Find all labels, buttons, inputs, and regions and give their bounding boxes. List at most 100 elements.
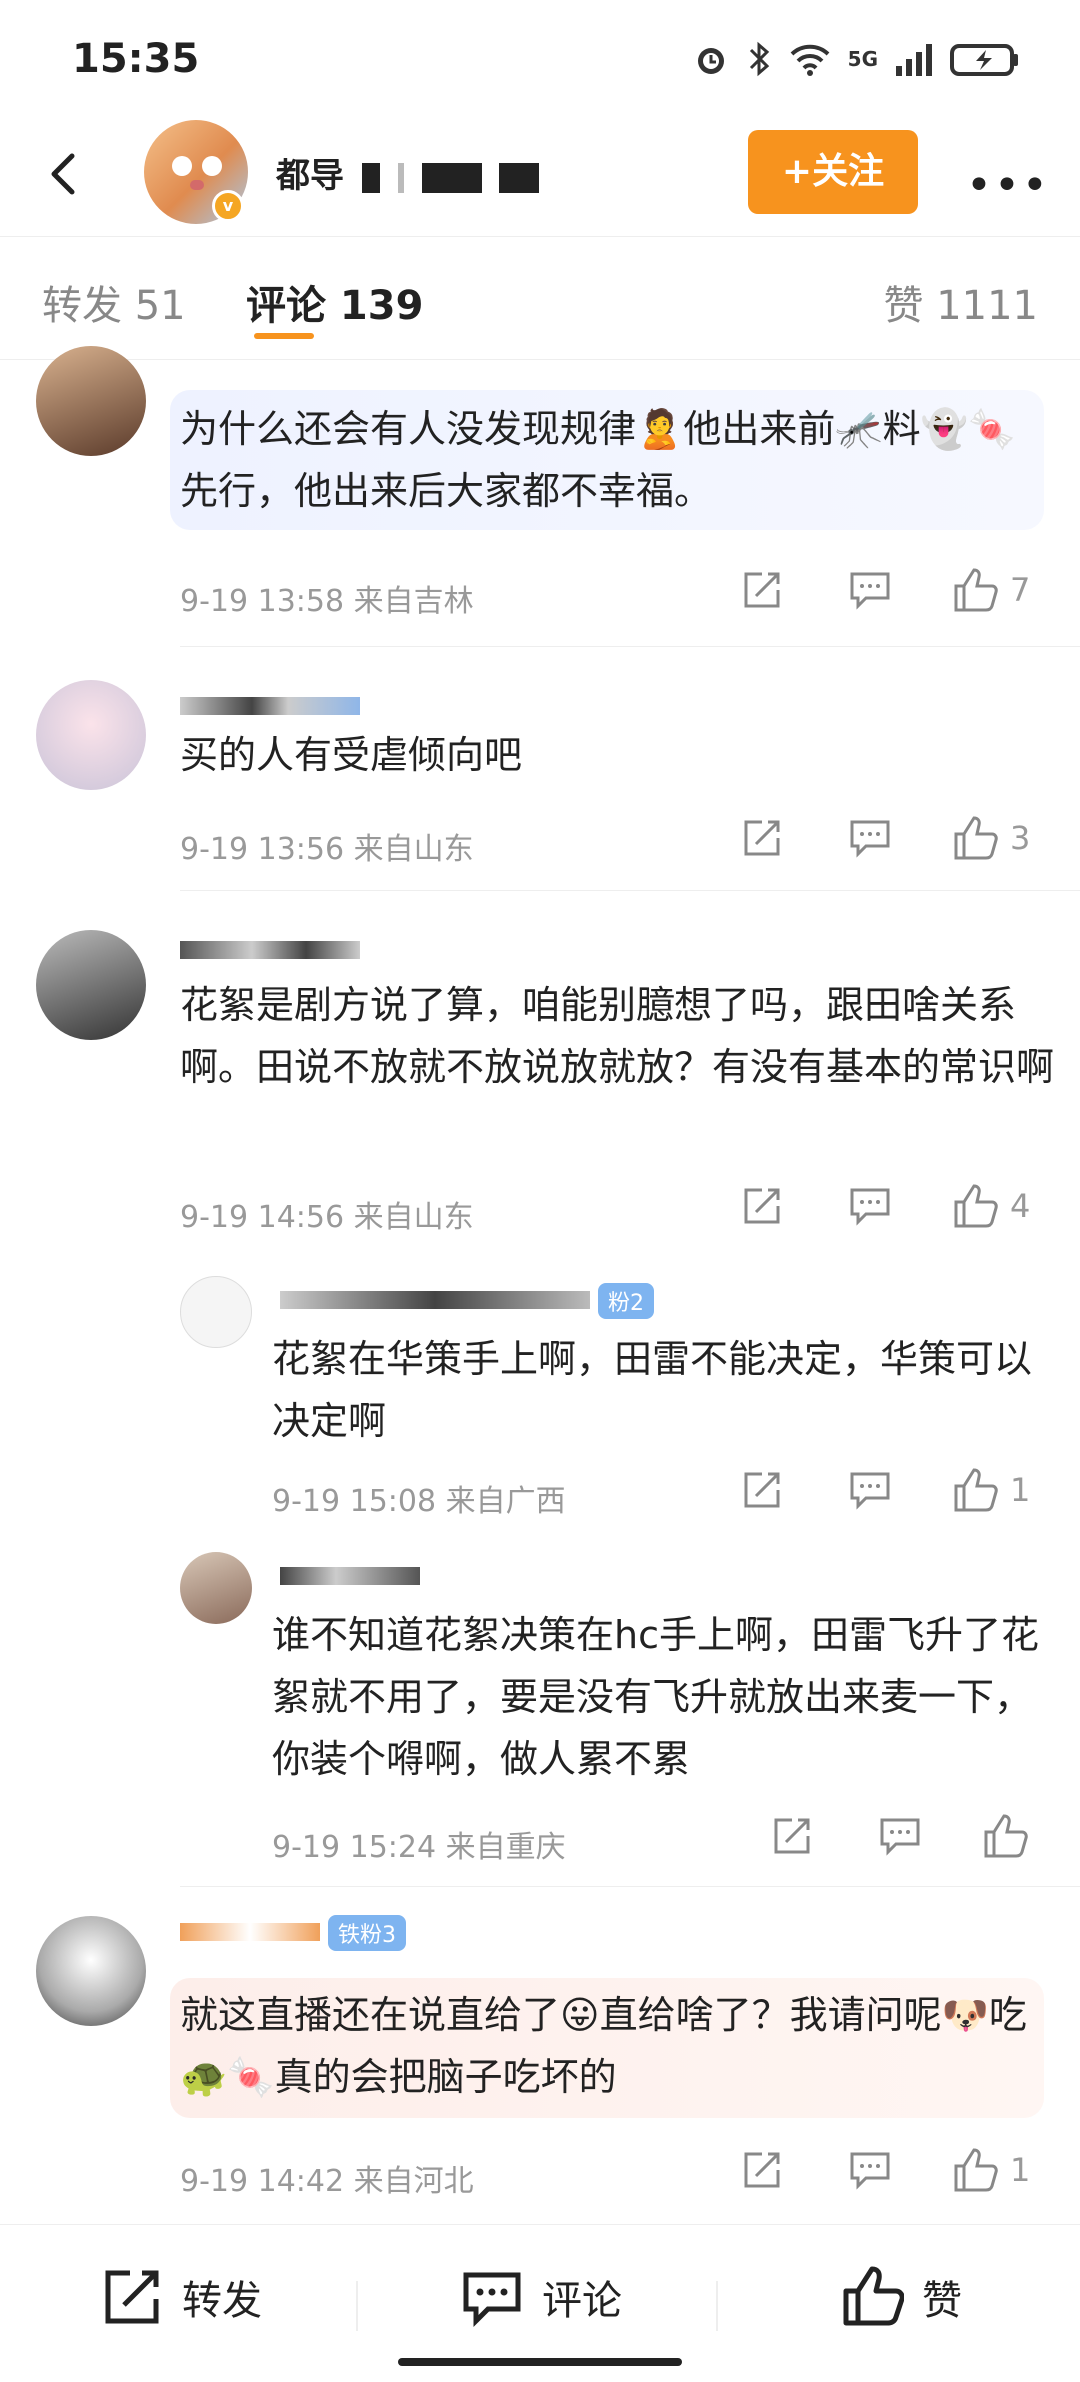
comment-text: 花絮是剧方说了算，咱能别臆想了吗，跟田啥关系啊。田说不放就不放说放就放？有没有基…: [180, 983, 1055, 1089]
reply-text: 花絮在华策手上啊，田雷不能决定，华策可以决定啊: [272, 1337, 1033, 1443]
commenter-name-redacted[interactable]: [180, 932, 360, 967]
like-icon[interactable]: [952, 814, 1000, 862]
share-icon[interactable]: [770, 1814, 814, 1858]
comment-label: 评论: [542, 2278, 622, 2324]
divider: [180, 890, 1080, 891]
signal-icon: [896, 44, 932, 76]
reply-location: 来自广西: [445, 1484, 566, 1519]
like-count: 7: [1010, 571, 1031, 609]
comment-actions: 7: [740, 566, 1030, 614]
like-button[interactable]: 赞: [840, 2265, 962, 2329]
post-header: v 都导 +关注 •••: [0, 120, 1080, 236]
tab-forward[interactable]: 转发 51: [42, 273, 186, 331]
like-count: 4: [1010, 1187, 1031, 1225]
tab-bar: 转发 51 评论 139 赞 1111: [0, 236, 1080, 360]
share-icon[interactable]: [740, 568, 784, 612]
reply-icon[interactable]: [878, 1814, 922, 1858]
commenter-avatar[interactable]: [36, 680, 146, 790]
home-indicator[interactable]: [398, 2358, 682, 2366]
like-icon[interactable]: [952, 1182, 1000, 1230]
comment-actions: 3: [740, 814, 1030, 862]
comment-icon: [463, 2272, 521, 2328]
thumbs-up-icon: [843, 2266, 904, 2326]
like-count: 3: [1010, 819, 1031, 857]
comment-location: 来自河北: [353, 2164, 474, 2199]
status-bar: 15:35 5G: [0, 0, 1080, 120]
comment-location: 来自山东: [353, 1200, 474, 1235]
comment-time: 9-19 13:58: [180, 584, 345, 619]
reply-text: 谁不知道花絮决策在hc手上啊，田雷飞升了花絮就不用了，要是没有飞升就放出来麦一下…: [272, 1613, 1039, 1781]
comment-location: 来自山东: [353, 832, 474, 867]
more-options-button[interactable]: •••: [966, 160, 1050, 211]
fan-badge: 铁粉3: [328, 1914, 406, 1951]
reply-icon[interactable]: [848, 568, 892, 612]
divider: [180, 1886, 1080, 1887]
forward-icon: [105, 2270, 159, 2324]
like-count: 1: [1010, 2151, 1031, 2189]
comment-meta: 9-19 14:56 来自山东: [180, 1192, 474, 1236]
reply-icon[interactable]: [848, 1468, 892, 1512]
share-icon[interactable]: [740, 1468, 784, 1512]
bluetooth-icon: [749, 41, 769, 77]
reply-icon[interactable]: [848, 816, 892, 860]
reply-avatar[interactable]: [180, 1276, 252, 1348]
tab-comment[interactable]: 评论 139: [246, 273, 423, 331]
active-tab-indicator: [254, 333, 314, 339]
comment-time: 9-19 13:56: [180, 832, 345, 867]
comment-meta: 9-19 14:42 来自河北: [180, 2156, 474, 2200]
comment-actions: 4: [740, 1182, 1030, 1230]
like-icon[interactable]: [952, 2146, 1000, 2194]
share-icon[interactable]: [740, 1184, 784, 1228]
like-icon[interactable]: [952, 566, 1000, 614]
tab-like[interactable]: 赞 1111: [883, 273, 1038, 331]
forward-button[interactable]: 转发: [100, 2265, 262, 2329]
comment-button[interactable]: 评论: [460, 2265, 622, 2329]
commenter-name-redacted[interactable]: [180, 688, 360, 723]
like-label: 赞: [922, 2278, 962, 2324]
divider: [180, 646, 1080, 647]
reply-icon[interactable]: [848, 1184, 892, 1228]
comment-text: 为什么还会有人没发现规律🙎他出来前🦟料👻🍬先行，他出来后大家都不幸福。: [180, 407, 1016, 513]
redacted-mark: [421, 162, 482, 193]
status-icons: 5G: [692, 40, 1020, 78]
reply-name-redacted[interactable]: [280, 1558, 420, 1593]
comment-meta: 9-19 13:58 来自吉林: [180, 576, 474, 620]
commenter-avatar[interactable]: [36, 930, 146, 1040]
reply-avatar[interactable]: [180, 1552, 252, 1624]
wifi-icon: [790, 44, 830, 76]
share-icon[interactable]: [740, 816, 784, 860]
fan-badge: 粉2: [598, 1282, 654, 1319]
reply-time: 9-19 15:24: [272, 1830, 437, 1865]
commenter-avatar[interactable]: [36, 346, 146, 456]
back-icon[interactable]: [36, 144, 96, 204]
comment-meta: 9-19 13:56 来自山东: [180, 824, 474, 868]
redacted-mark: [361, 162, 380, 193]
author-name[interactable]: 都导: [276, 148, 540, 197]
redacted-mark: [499, 162, 540, 193]
commenter-avatar[interactable]: [36, 1916, 146, 2026]
reply-location: 来自重庆: [445, 1830, 566, 1865]
reply-meta: 9-19 15:08 来自广西: [272, 1476, 566, 1520]
redacted-mark: [397, 162, 404, 193]
reply-actions: 1: [740, 1466, 1030, 1514]
separator: [356, 2281, 358, 2331]
reply-time: 9-19 15:08: [272, 1484, 437, 1519]
like-icon[interactable]: [952, 1466, 1000, 1514]
comment-actions: 1: [740, 2146, 1030, 2194]
follow-button[interactable]: +关注: [748, 130, 918, 214]
network-type: 5G: [847, 47, 878, 71]
comment-text: 就这直播还在说直给了😛直给啥了？我请问呢🐶吃🐢🍬真的会把脑子吃坏的: [180, 1993, 1027, 2099]
comment-time: 9-19 14:42: [180, 2164, 345, 2199]
reply-icon[interactable]: [848, 2148, 892, 2192]
separator: [716, 2281, 718, 2331]
share-icon[interactable]: [740, 2148, 784, 2192]
like-icon[interactable]: [982, 1812, 1030, 1860]
status-time: 15:35: [72, 36, 200, 82]
reply-name-redacted[interactable]: 粉2: [280, 1282, 654, 1319]
reply-meta: 9-19 15:24 来自重庆: [272, 1822, 566, 1866]
commenter-name-redacted[interactable]: 铁粉3: [180, 1914, 406, 1951]
reply-actions: [770, 1812, 1040, 1860]
forward-label: 转发: [182, 2278, 262, 2324]
alarm-icon: [697, 48, 724, 74]
comment-time: 9-19 14:56: [180, 1200, 345, 1235]
